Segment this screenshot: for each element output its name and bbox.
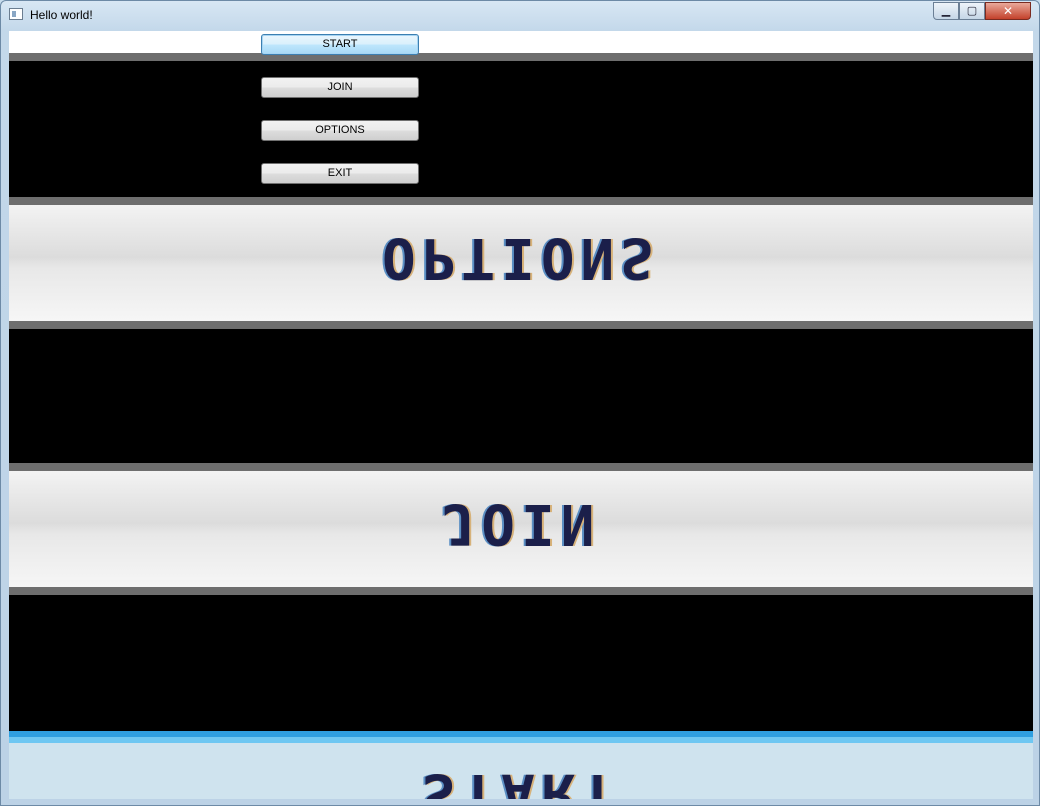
mirrored-band-options: OPTIONS: [9, 205, 1033, 321]
divider: [9, 587, 1033, 595]
divider: [9, 53, 1033, 61]
app-icon[interactable]: [9, 8, 23, 20]
divider: [9, 321, 1033, 329]
app-window: Hello world! ▁ ▢ ✕ OPTIONS JOIN START ST…: [0, 0, 1040, 806]
options-button[interactable]: OPTIONS: [261, 120, 419, 141]
join-button[interactable]: JOIN: [261, 77, 419, 98]
title-bar[interactable]: Hello world! ▁ ▢ ✕: [1, 1, 1039, 29]
game-canvas[interactable]: OPTIONS JOIN START START JOIN OPTIONS EX…: [9, 31, 1033, 799]
close-button[interactable]: ✕: [985, 2, 1031, 20]
mirrored-band-start: START: [9, 731, 1033, 799]
mirrored-label-start: START: [421, 761, 621, 799]
mirrored-label-options: OPTIONS: [381, 225, 660, 290]
divider: [9, 197, 1033, 205]
mirrored-label-join: JOIN: [441, 491, 601, 556]
exit-button[interactable]: EXIT: [261, 163, 419, 184]
maximize-button[interactable]: ▢: [959, 2, 985, 20]
minimize-button[interactable]: ▁: [933, 2, 959, 20]
window-title: Hello world!: [30, 8, 93, 22]
start-button[interactable]: START: [261, 34, 419, 55]
divider: [9, 463, 1033, 471]
mirrored-band-join: JOIN: [9, 471, 1033, 587]
top-band: [9, 31, 1033, 53]
